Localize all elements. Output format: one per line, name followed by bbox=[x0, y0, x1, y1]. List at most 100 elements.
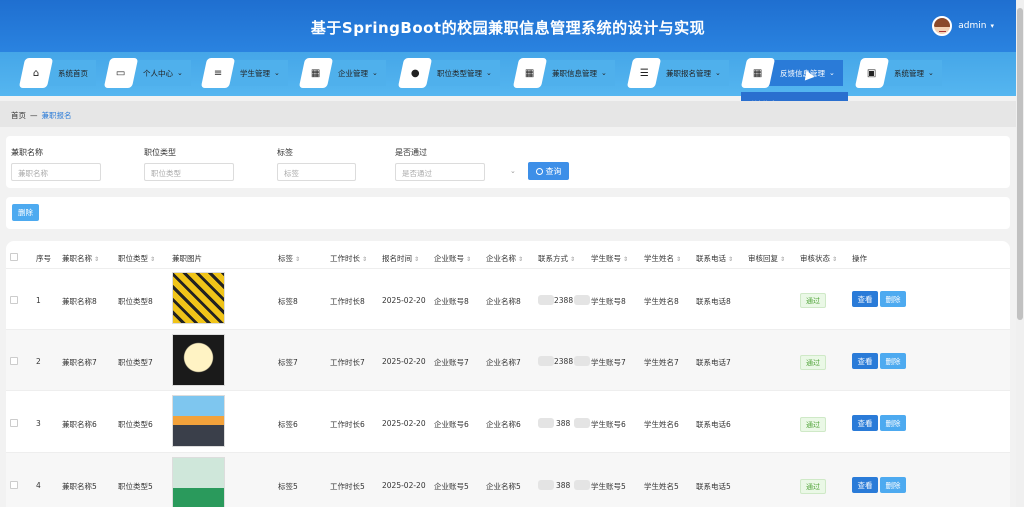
type-input[interactable]: 职位类型 bbox=[144, 163, 234, 181]
sort-icon: ⇕ bbox=[728, 256, 734, 263]
cell-account: 企业账号5 bbox=[434, 482, 469, 491]
page-scrollbar[interactable] bbox=[1016, 0, 1024, 507]
view-button[interactable]: 查看 bbox=[852, 477, 878, 493]
chevron-down-icon: ⌄ bbox=[928, 69, 934, 77]
nav-item-applications[interactable]: ☰ 兼职报名管理 ⌄ bbox=[626, 58, 729, 88]
cell-hours: 工作时长7 bbox=[330, 358, 365, 367]
search-icon bbox=[535, 167, 543, 175]
field-label: 兼职名称 bbox=[11, 148, 43, 157]
cell-tag: 标签8 bbox=[278, 297, 298, 306]
breadcrumb-home[interactable]: 首页 bbox=[11, 111, 26, 120]
cell-name: 兼职名称8 bbox=[62, 297, 97, 306]
job-image[interactable] bbox=[172, 457, 225, 507]
sort-icon: ⇕ bbox=[518, 256, 524, 263]
nav-item-job-types[interactable]: ● 职位类型管理 ⌄ bbox=[397, 58, 500, 88]
nav-item-feedback[interactable]: ▦ 反馈信息管理 ⌄ bbox=[740, 58, 843, 88]
cell-account: 企业账号8 bbox=[434, 297, 469, 306]
view-button[interactable]: 查看 bbox=[852, 353, 878, 369]
sort-icon: ⇕ bbox=[623, 256, 629, 263]
delete-button[interactable]: 删除 bbox=[880, 415, 906, 431]
col-header[interactable]: 联系方式 ⇕ bbox=[538, 253, 575, 264]
box-icon: ▣ bbox=[867, 67, 877, 79]
cell-contact: 388 bbox=[556, 481, 571, 490]
table-row: 1 兼职名称8 职位类型8 标签8 工作时长8 2025-02-20 企业账号8… bbox=[6, 268, 1010, 329]
col-header[interactable]: 工作时长 ⇕ bbox=[330, 253, 367, 264]
row-checkbox[interactable] bbox=[10, 481, 18, 489]
col-header[interactable]: 审核回复 ⇕ bbox=[748, 253, 785, 264]
cell-student-account: 学生账号8 bbox=[591, 297, 626, 306]
sort-icon: ⇕ bbox=[94, 256, 100, 263]
scrollbar-thumb[interactable] bbox=[1017, 8, 1023, 320]
redacted-blur bbox=[538, 480, 554, 490]
field-label: 标签 bbox=[277, 148, 293, 157]
job-image[interactable] bbox=[172, 272, 225, 324]
job-image[interactable] bbox=[172, 395, 225, 447]
row-checkbox[interactable] bbox=[10, 296, 18, 304]
passed-select[interactable]: 是否通过 bbox=[395, 163, 485, 181]
avatar[interactable] bbox=[932, 16, 953, 36]
nav-item-companies[interactable]: ▦ 企业管理 ⌄ bbox=[298, 58, 386, 88]
cell-tag: 标签6 bbox=[278, 420, 298, 429]
row-checkbox[interactable] bbox=[10, 357, 18, 365]
nav-item-system[interactable]: ▣ 系统管理 ⌄ bbox=[854, 58, 942, 88]
breadcrumb-sep: — bbox=[30, 111, 38, 120]
cell-time: 2025-02-20 bbox=[382, 357, 426, 366]
tag-input[interactable]: 标签 bbox=[277, 163, 356, 181]
chevron-down-icon[interactable]: ⌄ bbox=[510, 167, 516, 175]
col-header[interactable]: 学生账号 ⇕ bbox=[591, 253, 628, 264]
cell-account: 企业账号6 bbox=[434, 420, 469, 429]
caret-down-icon[interactable]: ▾ bbox=[990, 22, 994, 30]
nav-item-students[interactable]: ≡ 学生管理 ⌄ bbox=[200, 58, 288, 88]
delete-button[interactable]: 删除 bbox=[880, 477, 906, 493]
redacted-blur bbox=[538, 295, 554, 305]
redacted-blur bbox=[538, 418, 554, 428]
view-button[interactable]: 查看 bbox=[852, 291, 878, 307]
username[interactable]: admin bbox=[958, 21, 986, 31]
col-header[interactable]: 学生姓名 ⇕ bbox=[644, 253, 681, 264]
filter-passed: 是否通过 是否通过 bbox=[395, 147, 485, 181]
sort-icon: ⇕ bbox=[414, 256, 420, 263]
view-button[interactable]: 查看 bbox=[852, 415, 878, 431]
cell-student-account: 学生账号6 bbox=[591, 420, 626, 429]
col-header[interactable]: 报名时间 ⇕ bbox=[382, 253, 419, 264]
cell-type: 职位类型8 bbox=[118, 297, 153, 306]
col-header: 操作 bbox=[852, 254, 867, 263]
grid-icon: ▦ bbox=[525, 67, 535, 79]
col-header[interactable]: 企业名称 ⇕ bbox=[486, 253, 523, 264]
user-menu[interactable]: admin ▾ bbox=[932, 16, 994, 36]
cell-company: 企业名称6 bbox=[486, 420, 521, 429]
cell-company: 企业名称8 bbox=[486, 297, 521, 306]
col-header[interactable]: 职位类型 ⇕ bbox=[118, 253, 155, 264]
delete-button[interactable]: 删除 bbox=[880, 353, 906, 369]
cell-no: 3 bbox=[36, 419, 41, 428]
status-badge: 通过 bbox=[800, 479, 826, 494]
col-header[interactable]: 审核状态 ⇕ bbox=[800, 253, 837, 264]
card-icon: ▭ bbox=[116, 67, 126, 79]
nav-item-home[interactable]: ⌂ 系统首页 bbox=[18, 58, 96, 88]
col-header: 序号 bbox=[36, 254, 51, 263]
col-header[interactable]: 标签 ⇕ bbox=[278, 253, 300, 264]
nav-item-jobs[interactable]: ▦ 兼职信息管理 ⌄ bbox=[512, 58, 615, 88]
sort-icon: ⇕ bbox=[362, 256, 368, 263]
delete-button[interactable]: 删除 bbox=[880, 291, 906, 307]
home-icon: ⌂ bbox=[32, 67, 40, 79]
cell-tag: 标签7 bbox=[278, 358, 298, 367]
cell-phone: 联系电话7 bbox=[696, 358, 731, 367]
cell-company: 企业名称7 bbox=[486, 358, 521, 367]
name-input[interactable]: 兼职名称 bbox=[11, 163, 101, 181]
col-header[interactable]: 兼职名称 ⇕ bbox=[62, 253, 99, 264]
cell-phone: 联系电话8 bbox=[696, 297, 731, 306]
nav-item-profile[interactable]: ▭ 个人中心 ⌄ bbox=[103, 58, 191, 88]
row-checkbox[interactable] bbox=[10, 419, 18, 427]
col-header[interactable]: 联系电话 ⇕ bbox=[696, 253, 733, 264]
cell-account: 企业账号7 bbox=[434, 358, 469, 367]
query-button[interactable]: 查询 bbox=[528, 162, 569, 180]
col-header[interactable]: 企业账号 ⇕ bbox=[434, 253, 471, 264]
batch-delete-button[interactable]: 删除 bbox=[12, 204, 39, 221]
cell-phone: 联系电话5 bbox=[696, 482, 731, 491]
select-all-checkbox[interactable] bbox=[10, 253, 18, 261]
table-row: 2 兼职名称7 职位类型7 标签7 工作时长7 2025-02-20 企业账号7… bbox=[6, 329, 1010, 390]
cell-time: 2025-02-20 bbox=[382, 419, 426, 428]
chevron-down-icon: ⌄ bbox=[486, 69, 492, 77]
job-image[interactable] bbox=[172, 334, 225, 386]
